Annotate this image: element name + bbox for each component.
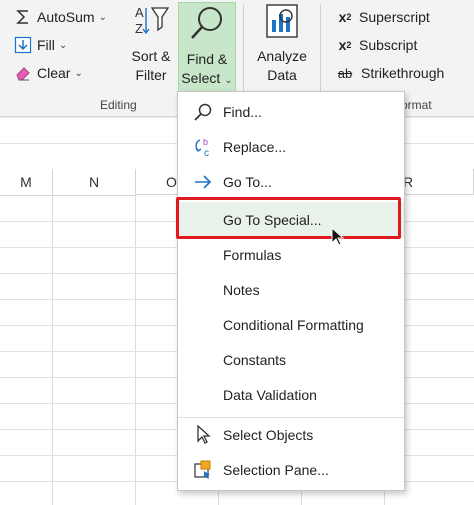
search-icon (192, 101, 214, 123)
menu-item-label: Selection Pane... (223, 462, 329, 478)
column-header-m[interactable]: M (0, 169, 53, 196)
sort-filter-line1: Sort & (131, 48, 171, 64)
column-header-n[interactable]: N (53, 169, 136, 196)
chevron-down-icon: ⌄ (224, 75, 233, 86)
sigma-icon (14, 8, 32, 26)
magnifier-icon (186, 3, 228, 50)
svg-text:c: c (204, 148, 209, 158)
menu-item-replace[interactable]: b c Replace... (178, 132, 404, 162)
strikethrough-label: Strikethrough (361, 65, 445, 81)
find-select-line2-row: Select ⌄ (181, 69, 232, 90)
eraser-icon (14, 64, 32, 82)
clear-button[interactable]: Clear ⌄ (14, 62, 83, 84)
highlight-callout (176, 197, 401, 239)
mouse-cursor-icon (331, 226, 345, 250)
subscript-button[interactable]: x2 Subscript (336, 34, 418, 56)
strikethrough-button[interactable]: ab Strikethrough (334, 62, 445, 84)
analyze-data-icon (261, 2, 303, 47)
superscript-label: Superscript (359, 9, 430, 25)
menu-item-find[interactable]: Find... (178, 97, 404, 127)
menu-item-conditional-formatting[interactable]: Conditional Formatting (178, 310, 404, 340)
column-label: N (88, 174, 100, 190)
superscript-icon: x2 (338, 9, 352, 25)
menu-item-label: Notes (223, 282, 260, 298)
menu-item-formulas[interactable]: Formulas (178, 240, 404, 270)
selection-pane-icon (192, 459, 214, 481)
gridline (52, 195, 53, 505)
menu-item-label: Constants (223, 352, 287, 368)
subscript-label: Subscript (359, 37, 418, 53)
menu-item-data-validation[interactable]: Data Validation (178, 380, 404, 410)
menu-divider (178, 417, 404, 418)
sort-filter-line2: Filter (135, 67, 167, 83)
menu-item-select-objects[interactable]: Select Objects (178, 420, 404, 450)
arrow-right-icon (192, 171, 214, 193)
analyze-line1: Analyze (257, 48, 307, 64)
strikethrough-icon: ab (337, 65, 353, 81)
column-label: M (20, 174, 32, 190)
menu-item-label: Replace... (223, 139, 287, 155)
menu-item-notes[interactable]: Notes (178, 275, 404, 305)
find-select-line2: Select (181, 70, 221, 86)
menu-item-label: Go To... (223, 174, 272, 190)
gridline (135, 195, 136, 505)
find-select-line1: Find & (186, 51, 228, 67)
analyze-line2: Data (267, 67, 297, 83)
menu-item-label: Select Objects (223, 427, 314, 443)
replace-icon: b c (192, 136, 214, 158)
fill-label: Fill (37, 37, 55, 53)
fill-button[interactable]: Fill ⌄ (14, 34, 67, 56)
menu-item-label: Data Validation (223, 387, 317, 403)
subscript-icon: x2 (338, 37, 352, 53)
svg-text:b: b (203, 137, 208, 147)
chevron-down-icon[interactable]: ⌄ (99, 12, 107, 23)
format-group-label: ormat (401, 98, 432, 112)
autosum-button[interactable]: AutoSum ⌄ (14, 6, 107, 28)
column-label: O (166, 173, 177, 190)
superscript-button[interactable]: x2 Superscript (336, 6, 430, 28)
menu-item-label: Conditional Formatting (223, 317, 364, 333)
menu-item-selection-pane[interactable]: Selection Pane... (178, 455, 404, 485)
fill-down-icon (14, 36, 32, 54)
sort-filter-icon: A Z (130, 2, 172, 47)
chevron-down-icon[interactable]: ⌄ (74, 68, 82, 79)
menu-item-constants[interactable]: Constants (178, 345, 404, 375)
autosum-label: AutoSum (37, 9, 95, 25)
svg-text:Z: Z (135, 21, 143, 36)
menu-item-goto[interactable]: Go To... (178, 167, 404, 197)
clear-label: Clear (37, 65, 71, 81)
analyze-data-button[interactable]: Analyze Data (253, 2, 311, 85)
sort-filter-button[interactable]: A Z Sort & Filter (126, 2, 176, 85)
find-select-button[interactable]: Find & Select ⌄ (178, 2, 236, 92)
editing-group-label: Editing (100, 98, 137, 112)
menu-item-label: Find... (223, 104, 262, 120)
chevron-down-icon[interactable]: ⌄ (59, 40, 67, 51)
find-select-menu: Find... b c Replace... Go To... Go To Sp… (177, 91, 405, 491)
pointer-icon (192, 424, 214, 446)
svg-text:A: A (135, 5, 144, 20)
menu-item-label: Formulas (223, 247, 282, 263)
